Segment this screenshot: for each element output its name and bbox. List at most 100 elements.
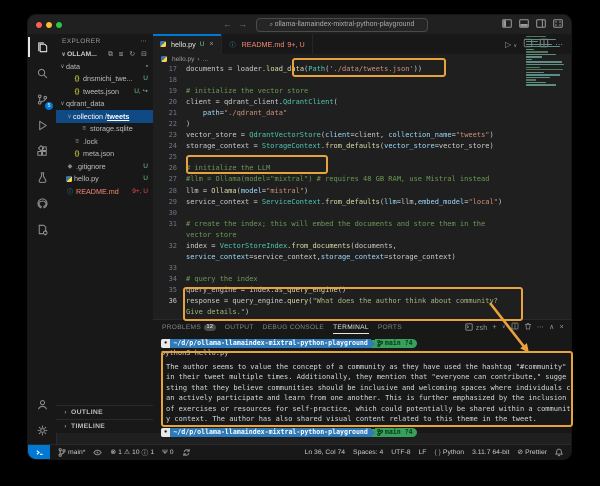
code-line: 30 bbox=[153, 208, 571, 219]
tree-item-.gitignore[interactable]: ◆.gitignoreU bbox=[56, 160, 153, 173]
formatter-status[interactable]: ⊘Prettier bbox=[517, 448, 547, 456]
toggle-sidebar-icon[interactable] bbox=[502, 19, 512, 28]
tree-item-.lock[interactable]: ≡.lock bbox=[56, 135, 153, 148]
panel-tab-ports[interactable]: PORTS bbox=[378, 320, 402, 334]
explorer-actions[interactable]: ⧉ ⧇ ↻ ⊟ bbox=[108, 50, 149, 59]
tab-hello-py[interactable]: hello.py U × bbox=[153, 34, 222, 54]
panel-tab-output[interactable]: OUTPUT bbox=[225, 320, 254, 334]
source-control-view-icon[interactable]: 5 bbox=[28, 86, 56, 112]
tab-bar: hello.py U × ⓘ README.md 9+, U ▷ ∨ ⋯ bbox=[153, 34, 571, 55]
accounts-icon[interactable] bbox=[28, 391, 56, 417]
git-branch-status[interactable]: main* bbox=[58, 448, 85, 457]
maximize-window-button[interactable] bbox=[56, 22, 62, 28]
git-status-badge: U bbox=[143, 175, 153, 182]
info-icon: ⓘ bbox=[66, 187, 74, 196]
panel-tab-problems[interactable]: PROBLEMS12 bbox=[162, 320, 216, 334]
minimap[interactable] bbox=[526, 36, 568, 87]
explorer-more-icon[interactable]: ⋯ bbox=[140, 37, 147, 45]
git-status-badge: ▪ bbox=[146, 63, 153, 70]
code-line: 32index = VectorStoreIndex.from_document… bbox=[153, 241, 571, 252]
tree-item-tweets.json[interactable]: {}tweets.jsonU, ↪ bbox=[56, 85, 153, 98]
terminal-dropdown-icon[interactable]: ∨ bbox=[502, 324, 506, 330]
toggle-secondary-sidebar-icon[interactable] bbox=[536, 19, 546, 28]
python-file-icon bbox=[161, 56, 167, 62]
kill-terminal-icon[interactable] bbox=[524, 322, 532, 332]
command-center-search[interactable]: ⌕ ollama-llamaindex-mixtral-python-playg… bbox=[256, 18, 428, 32]
code-line: 19# initialize the vector store bbox=[153, 86, 571, 97]
ports-status[interactable]: Ψ0 bbox=[162, 449, 173, 456]
panel-tab-debug-console[interactable]: DEBUG CONSOLE bbox=[263, 320, 324, 334]
info-icon: ⓘ bbox=[229, 40, 237, 49]
tree-item-meta.json[interactable]: {}meta.json bbox=[56, 148, 153, 161]
code-line: 29service_context = ServiceContext.from_… bbox=[153, 197, 571, 208]
code-line: 33 bbox=[153, 263, 571, 274]
search-view-icon[interactable] bbox=[28, 60, 56, 86]
code-line: 27#llm = Ollama(model="mixtral") # requi… bbox=[153, 174, 571, 185]
timeline-section[interactable]: ›TIMELINE bbox=[56, 419, 153, 433]
minimize-window-button[interactable] bbox=[46, 22, 52, 28]
titlebar: ←→ ⌕ ollama-llamaindex-mixtral-python-pl… bbox=[28, 15, 571, 35]
eol[interactable]: LF bbox=[419, 449, 427, 456]
code-editor[interactable]: 17documents = loader.load_data(Path('./d… bbox=[153, 64, 571, 319]
tree-item-qdrant-data[interactable]: ∨qdrant_data bbox=[56, 98, 153, 111]
close-window-button[interactable] bbox=[36, 22, 42, 28]
tree-item-dnsmichi-twe...[interactable]: {}dnsmichi_twe...U bbox=[56, 73, 153, 86]
explorer-view-icon[interactable] bbox=[28, 34, 56, 60]
testing-view-icon[interactable] bbox=[28, 164, 56, 190]
github-view-icon[interactable] bbox=[28, 190, 56, 216]
tree-item-tweets[interactable]: ∨collection / tweets bbox=[56, 110, 153, 123]
notifications-bell-icon[interactable] bbox=[555, 448, 563, 457]
tree-item-hello.py[interactable]: hello.pyU bbox=[56, 173, 153, 186]
code-line: 34# query the index bbox=[153, 274, 571, 285]
split-terminal-icon[interactable] bbox=[511, 322, 519, 332]
tree-item-data[interactable]: ∨data▪ bbox=[56, 60, 153, 73]
shell-selector[interactable]: zsh bbox=[465, 323, 487, 332]
indentation[interactable]: Spaces: 4 bbox=[353, 449, 383, 456]
git-status-badge: U, ↪ bbox=[134, 87, 153, 95]
python-file-icon bbox=[160, 41, 166, 47]
bottom-panel: PROBLEMS12 OUTPUT DEBUG CONSOLE TERMINAL… bbox=[153, 319, 571, 433]
encoding[interactable]: UTF-8 bbox=[391, 449, 410, 456]
explorer-title: EXPLORER bbox=[62, 38, 101, 45]
run-python-file-button[interactable]: ▷ ∨ bbox=[505, 40, 517, 49]
python-interpreter[interactable]: 3.11.7 64-bit bbox=[472, 449, 509, 456]
prompt-git-branch: main ?4 bbox=[375, 339, 417, 348]
close-panel-icon[interactable]: × bbox=[560, 324, 564, 331]
code-line: 24storage_context = StorageContext.from_… bbox=[153, 141, 571, 152]
panel-more-icon[interactable]: ⋯ bbox=[537, 323, 544, 331]
new-terminal-icon[interactable]: + bbox=[493, 324, 497, 331]
maximize-panel-icon[interactable]: ∧ bbox=[549, 323, 554, 331]
gitlens-eye-icon[interactable] bbox=[93, 449, 102, 456]
tab-readme-md[interactable]: ⓘ README.md 9+, U bbox=[222, 34, 313, 54]
terminal[interactable]: ●~/d/p/ollama-llamaindex-mixtral-python-… bbox=[153, 334, 571, 433]
code-line: 28llm = Ollama(model="mistral") bbox=[153, 186, 571, 197]
remote-explorer-view-icon[interactable] bbox=[28, 216, 56, 242]
settings-gear-icon[interactable] bbox=[28, 417, 56, 443]
gitignore-file-icon: ◆ bbox=[66, 163, 74, 170]
code-line: 36response = query_engine.query("What do… bbox=[153, 296, 571, 307]
customize-layout-icon[interactable] bbox=[553, 19, 563, 28]
code-line: 17documents = loader.load_data(Path('./d… bbox=[153, 64, 571, 75]
cursor-position[interactable]: Ln 36, Col 74 bbox=[305, 449, 345, 456]
panel-tab-terminal[interactable]: TERMINAL bbox=[333, 320, 369, 334]
workspace-name: OLLAM... bbox=[67, 51, 97, 58]
toggle-panel-icon[interactable] bbox=[519, 19, 529, 28]
code-line: 31# create the index; this will embed th… bbox=[153, 219, 571, 230]
workspace-section-header[interactable]: ∨ OLLAM... ⧉ ⧇ ↻ ⊟ bbox=[56, 48, 153, 60]
close-tab-icon[interactable]: × bbox=[209, 41, 213, 48]
tree-item-storage.sqlite[interactable]: ≡storage.sqlite bbox=[56, 123, 153, 136]
json-file-icon: {} bbox=[73, 75, 81, 82]
git-fetch-icon[interactable] bbox=[182, 448, 191, 457]
problems-status[interactable]: ⊗1 ⚠10 ⓘ1 bbox=[110, 447, 154, 457]
outline-section[interactable]: ›OUTLINE bbox=[56, 405, 153, 419]
language-mode[interactable]: { }Python bbox=[434, 449, 464, 456]
remote-indicator[interactable] bbox=[28, 445, 50, 459]
back-icon[interactable]: ← bbox=[223, 19, 238, 29]
tree-item-readme.md[interactable]: ⓘREADME.md9+, U bbox=[56, 185, 153, 198]
code-line: 22) bbox=[153, 119, 571, 130]
git-status-badge: U bbox=[143, 163, 153, 170]
forward-icon[interactable]: → bbox=[238, 19, 253, 29]
breadcrumb[interactable]: hello.py › ... bbox=[153, 54, 571, 64]
run-debug-view-icon[interactable] bbox=[28, 112, 56, 138]
extensions-view-icon[interactable] bbox=[28, 138, 56, 164]
